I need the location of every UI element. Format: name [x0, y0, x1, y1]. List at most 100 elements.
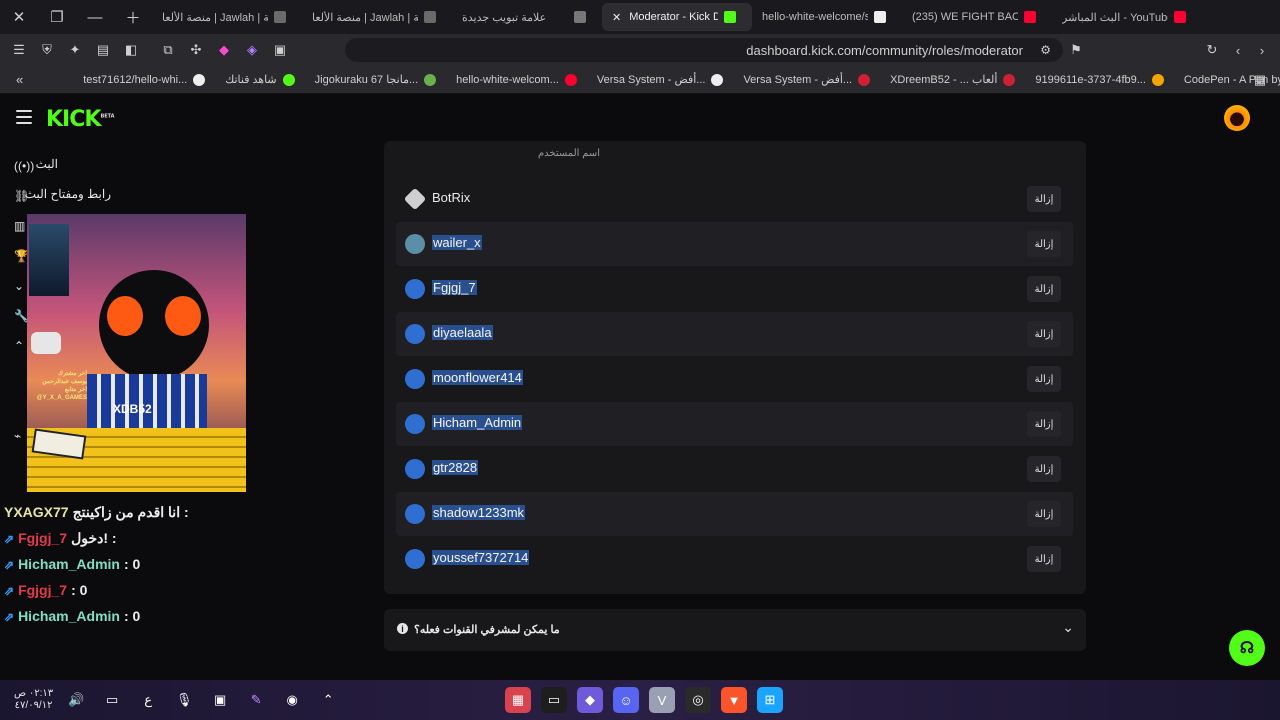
app-icon-terminal[interactable]: ▭ [541, 687, 567, 713]
clock[interactable]: ٠٢:١٣ ص ٤٧/٠٩/١٢ [14, 688, 53, 712]
reload-icon[interactable]: ↻ [1199, 37, 1225, 63]
sidebar-toggle-icon[interactable]: ◧ [118, 37, 144, 63]
bookmarks-expand-icon[interactable]: « [16, 67, 23, 93]
remove-moderator-button[interactable]: إزالة [1027, 321, 1061, 347]
chat-username[interactable]: Hicham_Admin [18, 556, 120, 572]
hamburger-menu-icon[interactable] [16, 110, 32, 124]
chevron-down-icon[interactable]: ⌄ [1062, 619, 1074, 636]
remove-moderator-button[interactable]: إزالة [1027, 546, 1061, 572]
app-icon-photos[interactable]: ▦ [505, 687, 531, 713]
bookmark-item[interactable]: test71612/hello-whi... [83, 73, 211, 86]
moderator-faq-accordion[interactable]: i ما يمكن لمشرفي القنوات فعله؟ ⌄ [384, 609, 1086, 651]
user-avatar[interactable] [1224, 105, 1250, 131]
network-icon[interactable]: ▭ [99, 687, 125, 713]
app-icon-obs[interactable]: ◎ [685, 687, 711, 713]
app-icon-discord[interactable]: ☺ [613, 687, 639, 713]
volume-icon[interactable]: 🔊 [63, 687, 89, 713]
bookmark-label: test71612/hello-whi... [83, 73, 188, 86]
chat-username[interactable]: Fgjgj_7 [18, 530, 67, 546]
capture-icon[interactable]: ▣ [207, 687, 233, 713]
bookmark-item[interactable]: XDreemB52 - ... ألعاب [890, 73, 1021, 86]
moderator-username[interactable]: wailer_x [432, 235, 482, 250]
steam-icon[interactable]: ◉ [279, 687, 305, 713]
remove-moderator-button[interactable]: إزالة [1027, 411, 1061, 437]
tray-expand-icon[interactable]: ⌃ [315, 687, 341, 713]
overlay-badge: XDB52 [113, 402, 152, 416]
chevron-down-icon[interactable]: ⌄ [14, 279, 28, 293]
kick-logo[interactable]: KICKBETA [46, 107, 115, 132]
microphone-icon[interactable]: 🎙 [171, 687, 197, 713]
bookmark-item[interactable]: Versa System - أفض... [743, 73, 876, 86]
bookmark-item[interactable]: Jigokuraku 67 مانجا... [315, 73, 442, 86]
browser-tab[interactable]: منصة الألعا | Jawlah | جولة [302, 3, 452, 31]
moderator-row: Hicham_Admin إزالة [396, 402, 1073, 446]
moderator-username[interactable]: moonflower414 [432, 370, 523, 385]
remove-moderator-button[interactable]: إزالة [1027, 366, 1061, 392]
history-icon[interactable]: ▤ [90, 37, 116, 63]
new-tab-icon[interactable]: ＋ [114, 0, 152, 34]
moderator-username[interactable]: youssef7372714 [432, 550, 530, 565]
browser-tab[interactable]: (235) WE FIGHT BACK - Yo [902, 3, 1052, 31]
screenshot-icon[interactable]: ⧉ [155, 37, 181, 63]
extensions-icon[interactable]: ✦ [62, 37, 88, 63]
bookmark-favicon-icon [193, 73, 206, 86]
chevron-up-icon[interactable]: ⌃ [14, 339, 28, 353]
puzzle-icon[interactable]: ✣ [183, 37, 209, 63]
controller-icon [31, 332, 61, 354]
address-bar[interactable]: dashboard.kick.com/community/roles/moder… [345, 38, 1063, 62]
sidebar-item-stream[interactable]: البث [36, 157, 58, 171]
bookmark-favicon-icon [711, 73, 724, 86]
app-icon-dropbox[interactable]: ◆ [577, 687, 603, 713]
chat-badge-icon: ⇗ [4, 532, 15, 546]
remove-moderator-button[interactable]: إزالة [1027, 501, 1061, 527]
start-button[interactable]: ⊞ [757, 687, 783, 713]
link-icon: ⛓ [14, 189, 30, 203]
menu-icon[interactable]: ☰ [6, 37, 32, 63]
browser-tab[interactable]: علامة تبويب جديدة [452, 3, 602, 31]
sidebar-item-stream-key[interactable]: رابط ومفتاح البث [25, 187, 111, 201]
remove-moderator-button[interactable]: إزالة [1027, 231, 1061, 257]
moderator-username[interactable]: Fgjgj_7 [432, 280, 477, 295]
chat-badge-icon: ⇗ [4, 610, 15, 624]
restore-window-icon[interactable]: ❐ [38, 0, 76, 34]
bookmark-item[interactable]: hello-white-welcom... [456, 73, 583, 86]
chat-username[interactable]: Fgjgj_7 [18, 582, 67, 598]
close-tab-icon[interactable]: ✕ [612, 11, 621, 24]
bookmark-item[interactable]: 9199611e-3737-4fb9... [1035, 73, 1170, 86]
shield-icon[interactable]: ⛨ [34, 37, 60, 63]
wallet-icon[interactable]: ◈ [239, 37, 265, 63]
bookmark-item[interactable]: شاهد قناتك [225, 73, 300, 86]
profile-icon[interactable]: ▣ [267, 37, 293, 63]
close-window-icon[interactable]: ✕ [0, 0, 38, 34]
moderator-username[interactable]: BotRix [432, 190, 470, 205]
bookmark-icon[interactable]: ⚑ [1063, 37, 1089, 63]
app-icon-brave[interactable]: ▼ [721, 687, 747, 713]
bookmark-item[interactable]: Versa System - أفض... [597, 73, 730, 86]
support-chat-button[interactable]: ☊ [1229, 630, 1265, 666]
browser-tab[interactable]: hello-white-welcome/src/ [752, 3, 902, 31]
moderator-username[interactable]: diyaelaala [432, 325, 493, 340]
moderator-username[interactable]: Hicham_Admin [432, 415, 523, 430]
pen-icon[interactable]: ✎ [243, 687, 269, 713]
minimize-window-icon[interactable]: — [76, 0, 114, 34]
bookmark-label: Versa System - أفض... [596, 74, 706, 86]
bookmarks-menu-icon[interactable]: ▦ [1247, 67, 1273, 93]
nav-forward-icon[interactable]: › [1249, 37, 1275, 63]
moderator-row: moonflower414 إزالة [396, 357, 1073, 401]
moderator-username[interactable]: gtr2828 [432, 460, 479, 475]
tab-label: (235) WE FIGHT BACK - Yo [912, 11, 1018, 23]
browser-tab[interactable]: ✕ Moderator - Kick Dash [602, 3, 752, 31]
browser-tab[interactable]: منصة الألعا | Jawlah | جولة [152, 3, 302, 31]
app-icon-vegas[interactable]: V [649, 687, 675, 713]
remove-moderator-button[interactable]: إزالة [1027, 276, 1061, 302]
browser-tab[interactable]: البث المباشر - YouTube Studio [1052, 3, 1202, 31]
moderator-username[interactable]: shadow1233mk [432, 505, 526, 520]
remove-moderator-button[interactable]: إزالة [1027, 186, 1061, 212]
language-indicator[interactable]: ع [135, 687, 161, 713]
chat-username[interactable]: Hicham_Admin [18, 608, 120, 624]
remove-moderator-button[interactable]: إزالة [1027, 456, 1061, 482]
tune-icon[interactable]: ⚙ [1040, 43, 1051, 57]
chat-username[interactable]: YXAGX77 [4, 504, 69, 520]
nav-back-icon[interactable]: ‹ [1225, 37, 1251, 63]
vpn-icon[interactable]: ◆ [211, 37, 237, 63]
